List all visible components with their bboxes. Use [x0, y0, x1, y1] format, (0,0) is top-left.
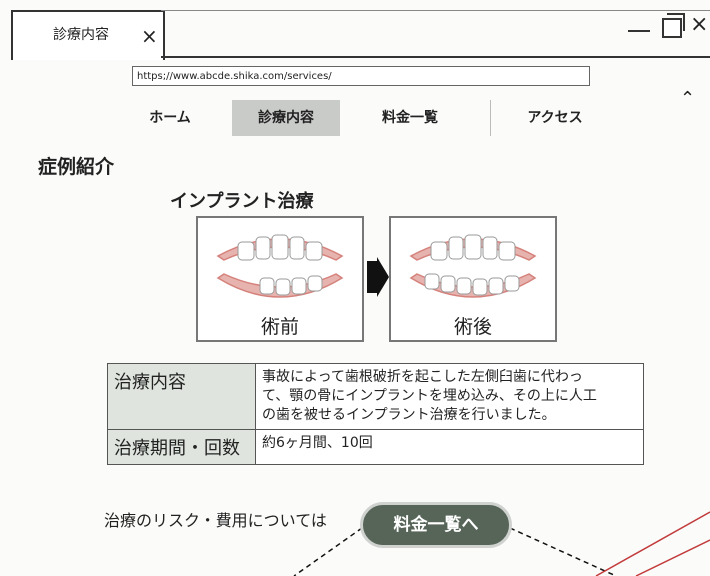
price-list-button[interactable]: 料金一覧へ [360, 502, 512, 548]
browser-window: 診療内容 × × https;//www.abcde.shika.com/ser… [0, 0, 710, 576]
annotation-lines [293, 511, 710, 576]
